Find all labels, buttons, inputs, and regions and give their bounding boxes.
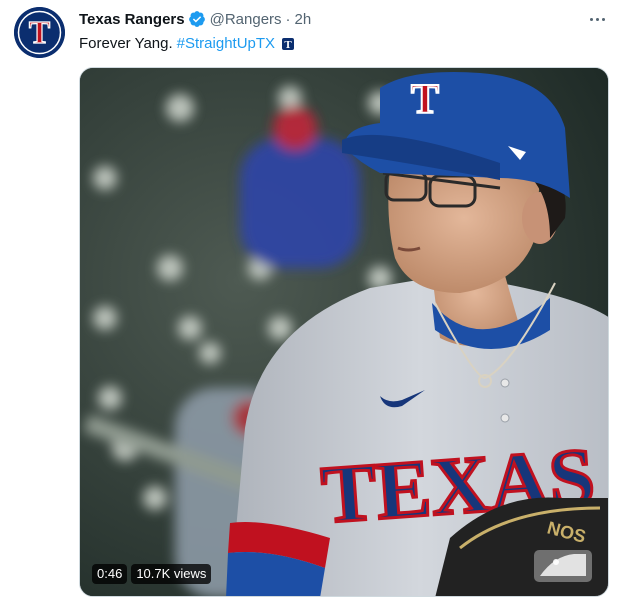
tweet-header: Texas Rangers @Rangers · 2h	[79, 9, 311, 29]
display-name[interactable]: Texas Rangers	[79, 11, 185, 28]
tweet-text: Forever Yang. #StraightUpTX T	[79, 34, 297, 54]
handle[interactable]: @Rangers	[210, 11, 282, 28]
video-views: 10.7K views	[131, 564, 212, 584]
more-horizontal-icon[interactable]	[586, 10, 608, 28]
avatar-letter: T	[29, 14, 50, 50]
avatar[interactable]: T	[14, 7, 65, 58]
video-badges: 0:46 10.7K views	[92, 564, 212, 584]
timestamp[interactable]: 2h	[295, 11, 312, 28]
svg-text:T: T	[284, 39, 292, 51]
separator-dot: ·	[285, 10, 291, 28]
tweet-card[interactable]: T Texas Rangers @Rangers · 2h Forever Ya…	[0, 0, 630, 605]
mlb-logo-icon	[534, 550, 592, 582]
cap-logo: T	[411, 77, 439, 123]
verified-badge-icon	[188, 10, 206, 28]
hashtag-link[interactable]: #StraightUpTX	[177, 34, 275, 54]
video-frame: TEXAS T NOS	[80, 68, 608, 596]
video-player[interactable]: TEXAS T NOS 0:46 10.7K views	[79, 67, 609, 597]
tweet-text-body: Forever Yang.	[79, 35, 173, 52]
rangers-hashflag-icon: T	[279, 36, 297, 52]
video-duration: 0:46	[92, 564, 128, 584]
